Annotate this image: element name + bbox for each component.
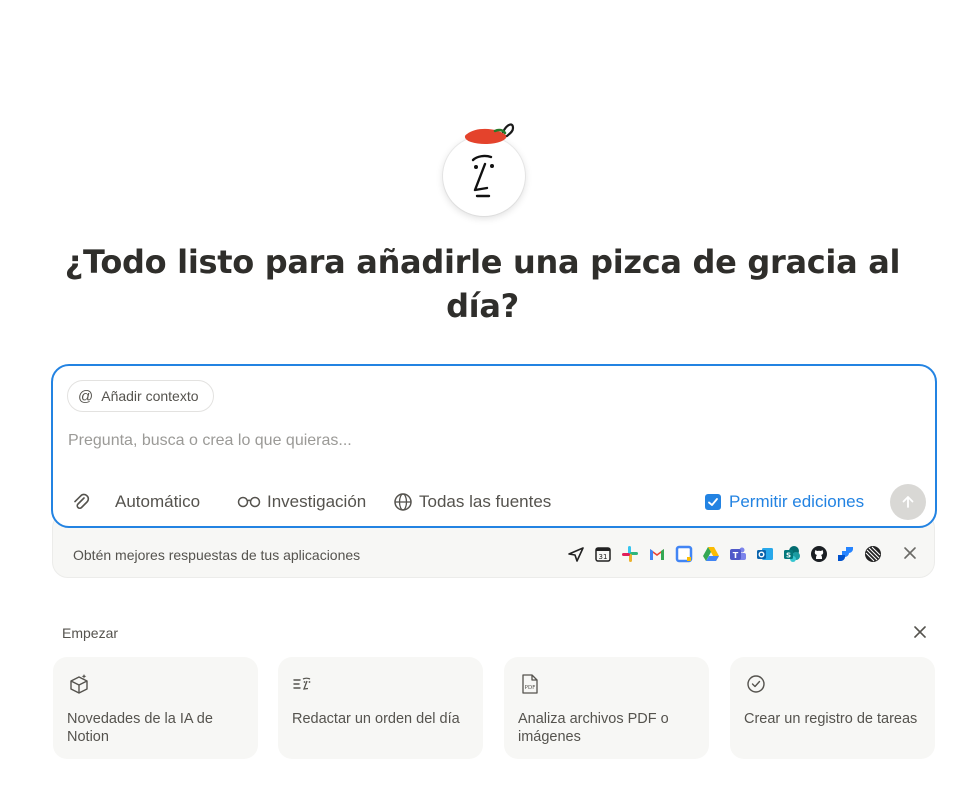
send-icon[interactable] [565, 543, 586, 564]
composer-toolbar: Automático Investigación Todas las fuent… [53, 484, 935, 520]
allow-edits-toggle[interactable]: Permitir ediciones [705, 486, 864, 518]
suggestion-card[interactable]: Novedades de la IA de Notion [53, 657, 258, 759]
linear-icon[interactable] [862, 543, 883, 564]
notion-ai-face-icon [464, 123, 515, 198]
paperclip-icon [74, 493, 90, 510]
jira-icon[interactable] [835, 543, 856, 564]
apps-icon-list: 31 T S [565, 543, 883, 564]
arrow-up-icon [902, 496, 914, 508]
checkbox-checked-icon[interactable] [705, 494, 721, 510]
send-button[interactable] [890, 484, 926, 520]
prompt-input[interactable]: Pregunta, busca o crea lo que quieras... [68, 432, 352, 450]
add-context-button[interactable]: @ Añadir contexto [67, 380, 214, 412]
svg-text:S: S [785, 551, 790, 559]
close-icon[interactable] [908, 620, 932, 644]
card-label: Redactar un orden del día [292, 711, 460, 727]
research-label: Investigación [267, 492, 367, 511]
mode-label: Automático [115, 492, 201, 511]
sharepoint-icon[interactable]: S [781, 543, 802, 564]
sources-label: Todas las fuentes [419, 492, 552, 511]
cube-sparkle-icon [70, 674, 88, 694]
research-button[interactable]: Investigación [237, 486, 366, 518]
gmail-icon[interactable] [646, 543, 667, 564]
check-circle-icon [747, 675, 765, 693]
card-label: Novedades de la IA de Notion [67, 711, 213, 745]
ai-composer[interactable]: @ Añadir contexto Pregunta, busca o crea… [51, 364, 937, 528]
attach-button[interactable] [71, 486, 91, 518]
connect-apps-text: Obtén mejores respuestas de tus aplicaci… [73, 547, 361, 563]
svg-text:PDF: PDF [525, 685, 536, 691]
outlook-calendar-icon[interactable] [673, 543, 694, 564]
add-context-label: Añadir contexto [101, 388, 199, 404]
at-icon: @ [78, 387, 94, 405]
suggestion-cards: Novedades de la IA de Notion Redactar un… [53, 657, 935, 759]
card-label: Analiza archivos PDF o imágenes [518, 711, 669, 745]
pdf-icon: PDF [522, 674, 538, 694]
allow-edits-label: Permitir ediciones [729, 492, 865, 511]
teams-icon[interactable]: T [727, 543, 748, 564]
suggestion-card[interactable]: Redactar un orden del día [278, 657, 483, 759]
globe-icon [394, 493, 412, 511]
github-icon[interactable] [808, 543, 829, 564]
assistant-avatar [443, 120, 525, 216]
page-title: ¿Todo listo para añadirle una pizca de g… [64, 243, 901, 325]
list-face-icon [293, 677, 311, 690]
svg-text:31: 31 [598, 553, 607, 561]
outlook-icon[interactable] [754, 543, 775, 564]
sources-selector[interactable]: Todas las fuentes [393, 486, 551, 518]
calendar-icon[interactable]: 31 [592, 543, 613, 564]
start-section-label: Empezar [62, 625, 119, 641]
card-label: Crear un registro de tareas [744, 711, 918, 727]
slack-icon[interactable] [619, 543, 640, 564]
close-icon[interactable] [899, 542, 921, 564]
suggestion-card[interactable]: PDF Analiza archivos PDF o imágenes [504, 657, 709, 759]
glasses-icon [237, 496, 261, 508]
svg-text:T: T [732, 551, 738, 560]
mode-selector[interactable]: Automático [115, 486, 200, 518]
google-drive-icon[interactable] [700, 543, 721, 564]
suggestion-card[interactable]: Crear un registro de tareas [730, 657, 935, 759]
